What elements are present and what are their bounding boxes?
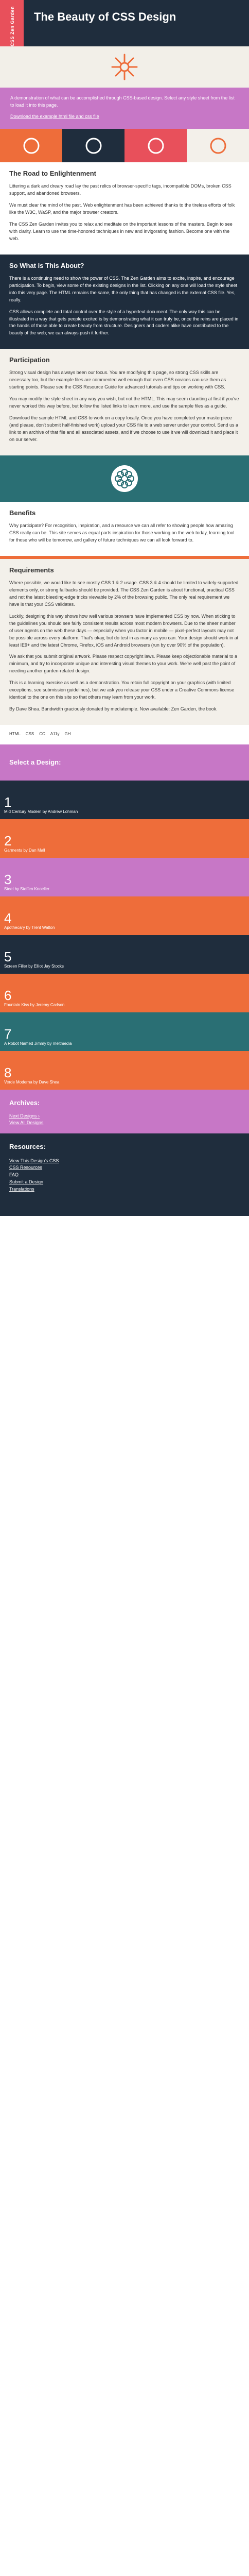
- intro-text: A demonstration of what can be accomplis…: [10, 95, 235, 108]
- resource-link[interactable]: Translations: [9, 1186, 240, 1193]
- paragraph: Littering a dark and dreary road lay the…: [9, 183, 232, 196]
- site-name: CSS Zen Garden: [10, 6, 15, 46]
- pattern-tile: [0, 129, 62, 162]
- section-heading: Requirements: [9, 566, 54, 574]
- design-item[interactable]: 1 Mid Century Modern by Andrew Lohman: [0, 781, 249, 820]
- section-heading: Participation: [9, 356, 50, 364]
- design-item[interactable]: 8 Verde Moderna by Dave Shea: [0, 1051, 249, 1090]
- paragraph: The CSS Zen Garden invites you to relax …: [9, 221, 233, 241]
- section-heading: Archives:: [9, 1099, 40, 1107]
- design-number: 7: [4, 1026, 12, 1042]
- decorative-band: [0, 455, 249, 502]
- design-item[interactable]: 5 Screen Filler by Elliot Jay Stocks: [0, 935, 249, 974]
- paragraph: We must clear the mind of the past. Web …: [9, 202, 235, 215]
- resource-links: View This Design's CSS CSS Resources FAQ…: [9, 1158, 240, 1194]
- paragraph: Luckily, designing this way shows how we…: [9, 613, 239, 648]
- paragraph: Where possible, we would like to see mos…: [9, 580, 239, 607]
- paragraph: We ask that you submit original artwork.…: [9, 654, 238, 674]
- resource-link[interactable]: View This Design's CSS: [9, 1158, 240, 1165]
- starburst-icon: [111, 54, 138, 80]
- design-number: 3: [4, 872, 12, 888]
- paragraph: CSS allows complete and total control ov…: [9, 309, 239, 336]
- design-item[interactable]: 6 Fountain Kiss by Jeremy Carlson: [0, 974, 249, 1013]
- select-design-heading: Select a Design:: [0, 744, 249, 781]
- design-name[interactable]: Fountain Kiss by Jeremy Carlson: [4, 1002, 246, 1008]
- enlightenment-section: The Road to Enlightenment Littering a da…: [0, 162, 249, 255]
- design-item[interactable]: 3 Steel by Steffen Knoeller: [0, 858, 249, 897]
- pattern-band: [0, 129, 249, 162]
- resource-link[interactable]: Submit a Design: [9, 1179, 240, 1186]
- design-name[interactable]: Mid Century Modern by Andrew Lohman: [4, 809, 246, 815]
- section-heading: The Road to Enlightenment: [9, 170, 96, 177]
- design-number: 5: [4, 949, 12, 965]
- design-number: 8: [4, 1065, 12, 1081]
- footer-link[interactable]: A11y: [50, 731, 60, 737]
- design-name[interactable]: Garments by Dan Mall: [4, 848, 246, 854]
- section-heading: Resources:: [9, 1143, 46, 1151]
- pattern-tile: [62, 129, 124, 162]
- resource-link[interactable]: CSS Resources: [9, 1164, 240, 1172]
- archives-section: Archives: Next Designs › View All Design…: [0, 1090, 249, 1134]
- resources-section: Resources: View This Design's CSS CSS Re…: [0, 1133, 249, 1216]
- paragraph: Why participate? For recognition, inspir…: [9, 523, 235, 543]
- paragraph: Download the sample HTML and CSS to work…: [9, 415, 238, 442]
- requirements-section: Requirements Where possible, we would li…: [0, 555, 249, 725]
- footer-link[interactable]: CSS: [26, 731, 34, 737]
- page-title: The Beauty of CSS Design: [34, 10, 176, 23]
- section-heading: Benefits: [9, 509, 36, 517]
- view-all-designs-link[interactable]: View All Designs: [9, 1120, 240, 1127]
- design-number: 6: [4, 988, 12, 1004]
- section-heading: So What is This About?: [9, 261, 84, 269]
- header-side-strip: CSS Zen Garden: [0, 0, 24, 46]
- paragraph: By Dave Shea. Bandwidth graciously donat…: [9, 706, 218, 712]
- archive-links: Next Designs › View All Designs: [9, 1113, 240, 1127]
- benefits-section: Benefits Why participate? For recognitio…: [0, 502, 249, 556]
- pattern-tile: [187, 129, 249, 162]
- participation-section: Participation Strong visual design has a…: [0, 349, 249, 455]
- download-links[interactable]: Download the example html file and css f…: [10, 113, 239, 121]
- design-item[interactable]: 7 A Robot Named Jimmy by meltmedia: [0, 1012, 249, 1052]
- design-number: 4: [4, 910, 12, 926]
- circle-icon: [23, 138, 39, 154]
- circle-icon: [85, 138, 101, 154]
- design-number: 2: [4, 833, 12, 849]
- next-designs-link[interactable]: Next Designs ›: [9, 1113, 240, 1120]
- design-number: 1: [4, 794, 12, 810]
- design-name[interactable]: A Robot Named Jimmy by meltmedia: [4, 1041, 246, 1047]
- design-name[interactable]: Screen Filler by Elliot Jay Stocks: [4, 963, 246, 970]
- resource-link[interactable]: FAQ: [9, 1172, 240, 1179]
- flower-icon: [111, 465, 138, 492]
- about-section: So What is This About? There is a contin…: [0, 254, 249, 349]
- design-item[interactable]: 2 Garments by Dan Mall: [0, 819, 249, 858]
- paragraph: You may modify the style sheet in any wa…: [9, 396, 239, 409]
- design-item[interactable]: 4 Apothecary by Trent Walton: [0, 896, 249, 936]
- hero-pattern: [0, 46, 249, 88]
- design-name[interactable]: Steel by Steffen Knoeller: [4, 886, 246, 892]
- circle-icon: [148, 138, 164, 154]
- footer-link[interactable]: CC: [39, 731, 45, 737]
- circle-icon: [210, 138, 226, 154]
- footer-link[interactable]: GH: [64, 731, 70, 737]
- paragraph: Strong visual design has always been our…: [9, 370, 226, 390]
- design-name[interactable]: Apothecary by Trent Walton: [4, 925, 246, 931]
- paragraph: This is a learning exercise as well as a…: [9, 680, 235, 700]
- design-name[interactable]: Verde Moderna by Dave Shea: [4, 1079, 246, 1086]
- header-title-panel: The Beauty of CSS Design: [24, 0, 249, 46]
- intro-section: A demonstration of what can be accomplis…: [0, 88, 249, 129]
- validator-links: HTML CSS CC A11y GH: [0, 725, 249, 744]
- footer-link[interactable]: HTML: [9, 731, 21, 737]
- page-header: CSS Zen Garden The Beauty of CSS Design: [0, 0, 249, 46]
- paragraph: There is a continuing need to show the p…: [9, 275, 238, 302]
- pattern-tile: [124, 129, 187, 162]
